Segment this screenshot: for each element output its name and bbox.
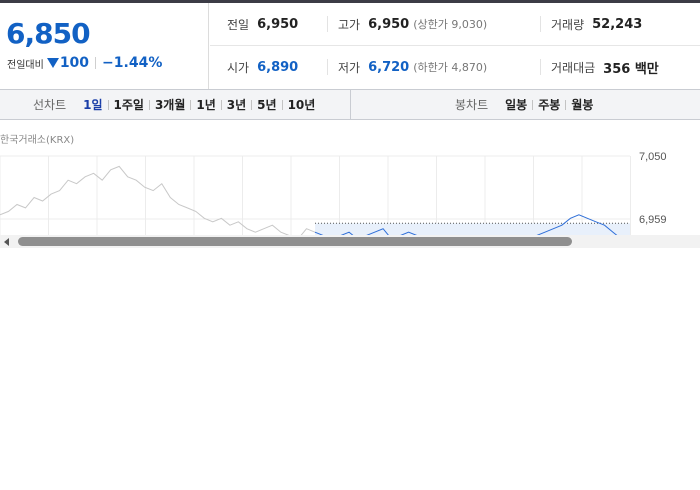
tab-1w[interactable]: 1주일	[109, 96, 149, 113]
tab-3m[interactable]: 3개월	[150, 96, 190, 113]
high-label: 고가	[338, 17, 361, 32]
price-line-earlier	[0, 165, 316, 235]
tab-daily-candle[interactable]: 일봉	[500, 96, 532, 113]
tab-10y[interactable]: 10년	[283, 96, 321, 113]
prev-close-label: 전일	[227, 18, 250, 32]
info-row: 시가 6,890 저가 6,720 (하한가 4,870) 거래대금 356 백…	[210, 46, 700, 89]
open-label: 시가	[227, 61, 250, 75]
current-price: 6,850	[6, 17, 91, 50]
tab-monthly-candle[interactable]: 월봉	[566, 96, 598, 113]
down-triangle-icon	[46, 58, 59, 68]
info-row: 전일 6,950 고가 6,950 (상한가 9,030) 거래량 52,243	[210, 3, 700, 46]
change-percent: −1.44%	[102, 55, 163, 71]
lower-limit: (하한가 4,870)	[413, 61, 488, 74]
open-cell: 시가 6,890	[227, 46, 298, 89]
intraday-price-chart: 7,050 6,959	[0, 151, 667, 235]
y-tick-label: 7,050	[639, 151, 667, 163]
candle-chart-title: 봉차트	[455, 98, 489, 112]
trade-value-label: 거래대금	[551, 60, 596, 75]
low-label: 저가	[338, 60, 361, 75]
tab-5y[interactable]: 5년	[252, 96, 281, 113]
line-chart-tabs: 선차트 1일 1주일 3개월 1년 3년 5년 10년	[0, 90, 351, 119]
scrollbar-thumb[interactable]	[18, 237, 572, 246]
high-value: 6,950	[368, 16, 410, 32]
low-value: 6,720	[368, 59, 410, 75]
tab-1y[interactable]: 1년	[191, 96, 220, 113]
high-cell: 고가 6,950 (상한가 9,030)	[327, 16, 487, 32]
candle-chart-tabs: 봉차트 일봉 주봉 월봉	[455, 90, 598, 119]
tab-weekly-candle[interactable]: 주봉	[533, 96, 565, 113]
tab-1d[interactable]: 1일	[78, 96, 107, 113]
volume-value: 52,243	[592, 16, 643, 32]
recent-range-band	[315, 223, 630, 235]
scroll-left-arrow-icon[interactable]	[4, 238, 9, 246]
divider	[95, 57, 97, 69]
y-tick-label: 6,959	[639, 214, 667, 226]
trade-value-value: 356 백만	[603, 61, 659, 77]
chart-scrollbar[interactable]	[0, 235, 700, 248]
tab-3y[interactable]: 3년	[222, 96, 251, 113]
trade-value-cell: 거래대금 356 백만	[540, 59, 659, 77]
prev-close-value: 6,950	[257, 17, 299, 32]
prev-close-cell: 전일 6,950	[227, 3, 298, 46]
low-cell: 저가 6,720 (하한가 4,870)	[327, 59, 487, 75]
change-label: 전일대비	[7, 59, 44, 71]
volume-cell: 거래량 52,243	[540, 16, 642, 32]
upper-limit: (상한가 9,030)	[413, 18, 488, 31]
quote-info-table: 전일 6,950 고가 6,950 (상한가 9,030) 거래량 52,243…	[210, 3, 700, 89]
chart-period-tabs: 선차트 1일 1주일 3개월 1년 3년 5년 10년 봉차트 일봉 주봉 월봉	[0, 89, 700, 120]
change-row: 전일대비 100 −1.44%	[7, 55, 162, 71]
price-summary: 6,850 전일대비 100 −1.44%	[0, 3, 209, 89]
change-amount: 100	[59, 55, 90, 71]
data-source: 한국거래소(KRX)	[0, 135, 75, 146]
open-value: 6,890	[257, 60, 299, 75]
line-chart-title: 선차트	[33, 98, 67, 112]
volume-label: 거래량	[551, 17, 585, 32]
